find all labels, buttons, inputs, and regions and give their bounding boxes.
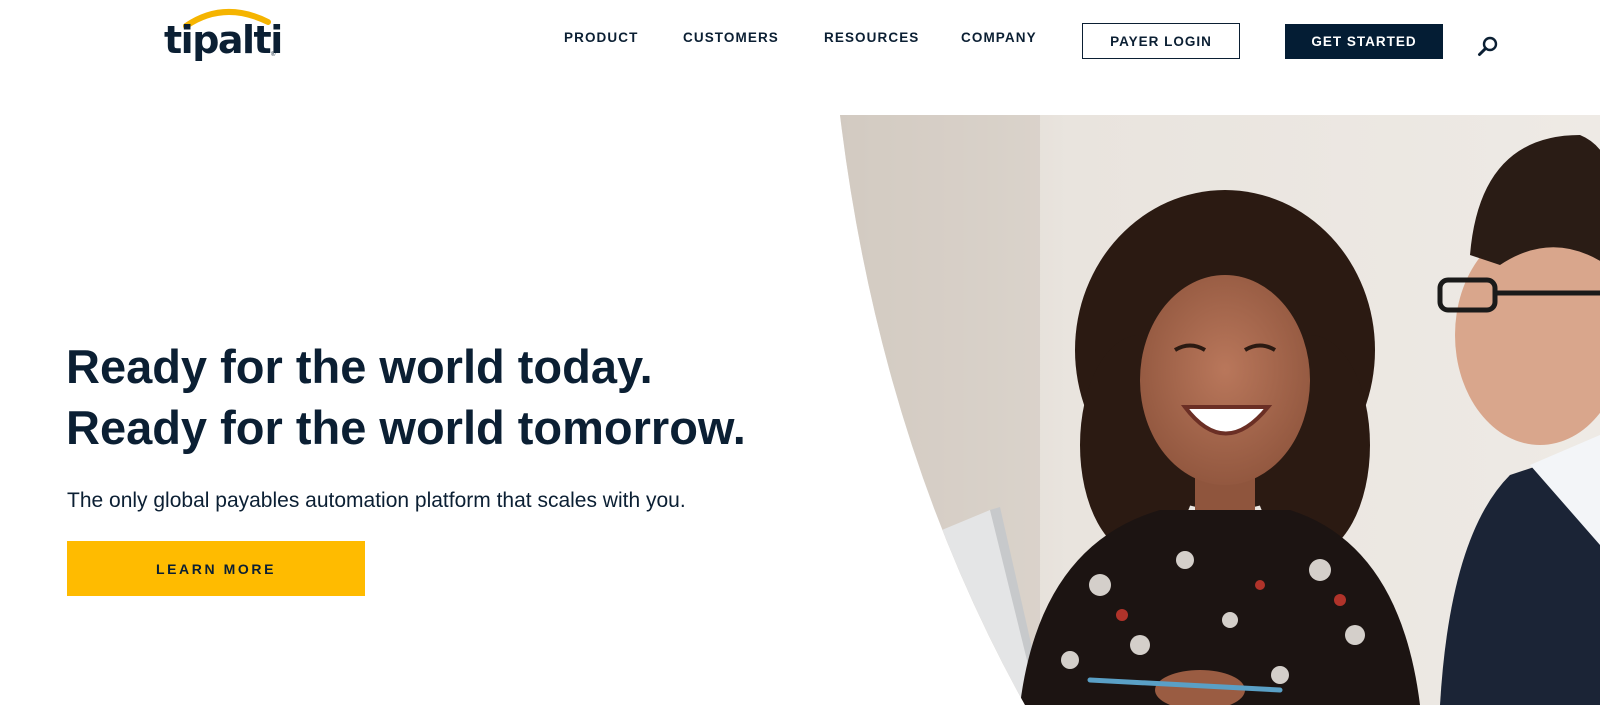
nav-customers[interactable]: CUSTOMERS	[683, 30, 779, 45]
nav-product[interactable]: PRODUCT	[564, 30, 638, 45]
logo-registered-mark: ®	[271, 52, 276, 58]
nav-company[interactable]: COMPANY	[961, 30, 1037, 45]
get-started-button[interactable]: GET STARTED	[1285, 24, 1443, 59]
tipalti-logo[interactable]: tipalti ®	[160, 6, 285, 66]
learn-more-button[interactable]: LEARN MORE	[67, 541, 365, 596]
search-icon[interactable]	[1476, 34, 1500, 58]
nav-resources[interactable]: RESOURCES	[824, 30, 919, 45]
hero-subheadline: The only global payables automation plat…	[67, 489, 686, 512]
hero-headline-line-1: Ready for the world today.	[66, 340, 653, 393]
hero-headline-line-2: Ready for the world tomorrow.	[66, 401, 746, 454]
hero-headline: Ready for the world today. Ready for the…	[66, 336, 746, 458]
hero-photo	[840, 115, 1600, 705]
logo-wordmark: tipalti	[164, 18, 283, 62]
payer-login-button[interactable]: PAYER LOGIN	[1082, 23, 1240, 59]
